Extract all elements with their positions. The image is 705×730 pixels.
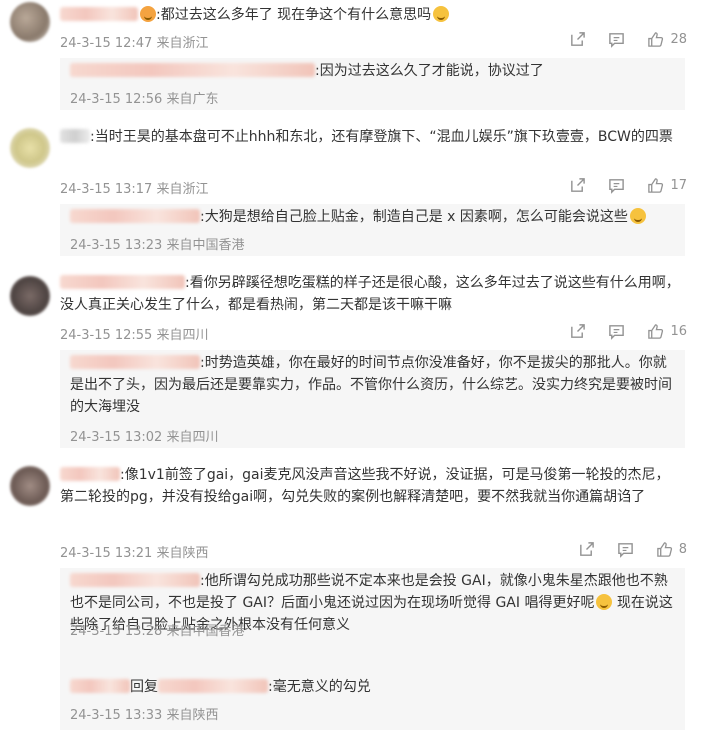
like-button[interactable]: 28 xyxy=(647,31,687,48)
comment-icon xyxy=(617,543,633,558)
reply-box: :因为过去这么久了才能说，协议过了 24-3-15 12:56 来自广东 xyxy=(60,58,685,110)
reply-box: :大狗是想给自己脸上贴金，制造自己是 x 因素啊，怎么可能会说这些 24-3-1… xyxy=(60,204,685,256)
reply-box: :时势造英雄，你在最好的时间节点你没准备好，你不是拔尖的那批人。你就是出不了头，… xyxy=(60,350,685,448)
username[interactable] xyxy=(60,129,90,143)
comment-meta: 24-3-15 12:47 来自浙江 xyxy=(60,36,209,51)
avatar[interactable] xyxy=(10,466,50,506)
laugh-cry-emoji-icon xyxy=(596,594,613,610)
share-button[interactable] xyxy=(578,541,595,558)
comment-actions: 16 xyxy=(547,323,687,340)
smirk-emoji-icon xyxy=(629,208,646,224)
like-button[interactable]: 8 xyxy=(656,541,687,558)
avatar[interactable] xyxy=(10,276,50,316)
comment-meta: 24-3-15 13:21 来自陕西 xyxy=(60,546,209,561)
like-icon xyxy=(648,324,664,339)
username[interactable] xyxy=(70,63,315,77)
comment-text: :都过去这么多年了 现在争这个有什么意思吗 xyxy=(60,4,680,26)
username[interactable] xyxy=(70,209,200,223)
comment-actions: 8 xyxy=(556,541,687,558)
reply-box: :他所谓勾兑成功那些说不定本来也是会投 GAI，就像小鬼朱星杰跟他也不熟也不是同… xyxy=(60,568,685,730)
avatar[interactable] xyxy=(10,128,50,168)
comment-text: :看你另辟蹊径想吃蛋糕的样子还是很心酸，这么多年过去了说这些有什么用啊，没人真正… xyxy=(60,275,680,313)
avatar[interactable] xyxy=(10,2,50,42)
username[interactable] xyxy=(60,275,185,289)
reply-meta: 24-3-15 13:33 来自陕西 xyxy=(70,708,219,723)
reply-text: :大狗是想给自己脸上贴金，制造自己是 x 因素啊，怎么可能会说这些 xyxy=(70,206,675,228)
reply-meta: 24-3-15 13:28 来自中国香港 xyxy=(70,624,245,639)
comment-button[interactable] xyxy=(608,323,625,340)
username[interactable] xyxy=(60,7,138,21)
share-button[interactable] xyxy=(569,177,586,194)
comment-button[interactable] xyxy=(617,541,634,558)
like-count: 17 xyxy=(670,178,687,193)
reply-meta: 24-3-15 13:23 来自中国香港 xyxy=(70,238,245,253)
username[interactable] xyxy=(70,355,200,369)
username[interactable] xyxy=(70,573,200,587)
like-count: 8 xyxy=(678,542,687,557)
share-button[interactable] xyxy=(569,323,586,340)
reply-meta: 24-3-15 12:56 来自广东 xyxy=(70,92,219,107)
username[interactable] xyxy=(70,679,130,693)
reply-text: :因为过去这么久了才能说，协议过了 xyxy=(70,60,675,82)
comment-actions: 28 xyxy=(547,31,687,48)
like-button[interactable]: 17 xyxy=(647,177,687,194)
like-count: 16 xyxy=(670,324,687,339)
comment-meta: 24-3-15 12:55 来自四川 xyxy=(60,328,209,343)
comment-button[interactable] xyxy=(608,177,625,194)
share-icon xyxy=(579,542,594,556)
share-icon xyxy=(571,32,586,46)
comment-actions: 17 xyxy=(547,177,687,194)
reply-meta: 24-3-15 13:02 来自四川 xyxy=(70,430,219,445)
like-icon xyxy=(648,32,664,47)
comment-text: :像1v1前签了gai，gai麦克风没声音这些我不好说，没证据，可是马俊第一轮投… xyxy=(60,467,670,505)
share-button[interactable] xyxy=(569,31,586,48)
like-button[interactable]: 16 xyxy=(647,323,687,340)
comment-meta: 24-3-15 13:17 来自浙江 xyxy=(60,182,209,197)
reply-target-username[interactable] xyxy=(158,679,268,693)
share-icon xyxy=(571,324,586,338)
reply-text: 回复:毫无意义的勾兑 xyxy=(70,676,675,698)
like-icon xyxy=(648,178,664,193)
username[interactable] xyxy=(60,467,120,481)
comment-icon xyxy=(609,325,625,340)
comment-icon xyxy=(609,179,625,194)
emoji-icon xyxy=(140,6,156,22)
comment-button[interactable] xyxy=(608,31,625,48)
laugh-cry-emoji-icon xyxy=(433,6,450,22)
comment-icon xyxy=(609,33,625,48)
comment-text: :当时王昊的基本盘可不止hhh和东北，还有摩登旗下、“混血儿娱乐”旗下玖壹壹，B… xyxy=(60,126,680,148)
share-icon xyxy=(571,178,586,192)
reply-text: :时势造英雄，你在最好的时间节点你没准备好，你不是拔尖的那批人。你就是出不了头，… xyxy=(70,355,672,415)
like-count: 28 xyxy=(670,32,687,47)
like-icon xyxy=(656,542,672,557)
